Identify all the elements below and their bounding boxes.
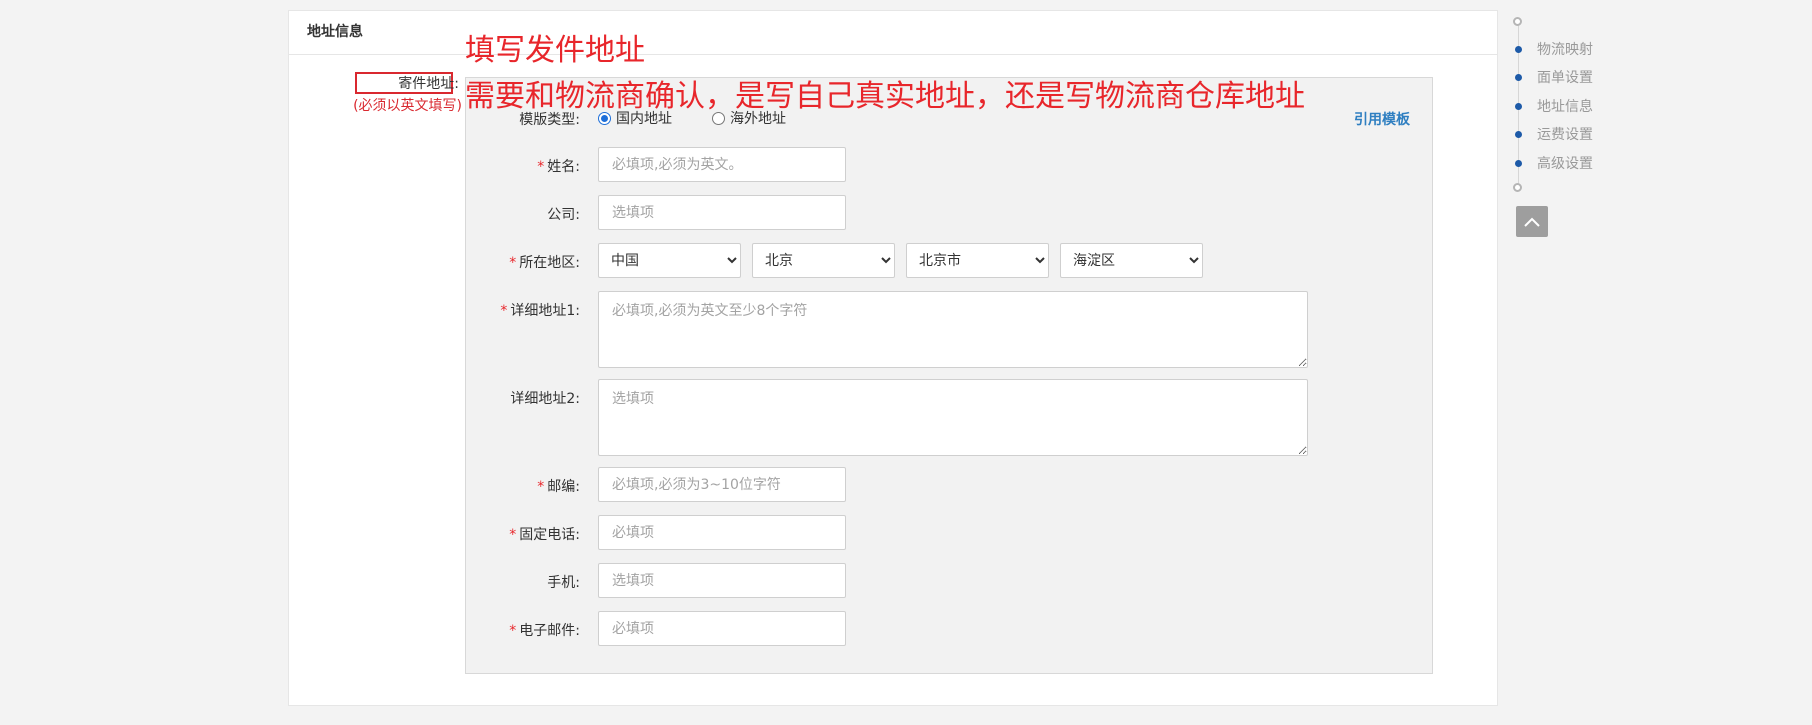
sender-address-label: 寄件地址: [398, 76, 459, 92]
back-to-top-button[interactable] [1516, 206, 1548, 237]
required-mark: * [500, 303, 508, 319]
nav-end-ring-icon [1513, 183, 1522, 192]
phone-label: * 固定电话: [509, 527, 580, 543]
address2-textarea[interactable] [598, 379, 1308, 456]
nav-item-address-info[interactable]: 地址信息 [1511, 96, 1593, 116]
postcode-input[interactable] [598, 467, 846, 502]
province-select[interactable]: 北京 [752, 243, 895, 278]
mobile-label: 手机: [547, 575, 580, 591]
nav-dot-icon [1515, 102, 1522, 110]
name-label: * 姓名: [537, 159, 580, 175]
required-mark: * [537, 479, 545, 495]
address2-label: 详细地址2: [510, 391, 580, 407]
address1-label: * 详细地址1: [500, 303, 580, 319]
nav-start-ring-icon [1513, 17, 1522, 26]
required-mark: * [509, 255, 517, 271]
annotation-fill-sender-address: 填写发件地址 [465, 33, 645, 68]
nav-item-logistics-mapping[interactable]: 物流映射 [1511, 39, 1593, 59]
country-select[interactable]: 中国 [598, 243, 741, 278]
required-mark: * [537, 159, 545, 175]
nav-dot-icon [1515, 130, 1522, 138]
email-label: * 电子邮件: [509, 623, 580, 639]
region-label: * 所在地区: [509, 255, 580, 271]
postcode-label: * 邮编: [537, 479, 580, 495]
use-template-link[interactable]: 引用模板 [1354, 109, 1410, 129]
address1-textarea[interactable] [598, 291, 1308, 368]
phone-input[interactable] [598, 515, 846, 550]
nav-item-advanced-settings[interactable]: 高级设置 [1511, 153, 1593, 173]
district-select[interactable]: 海淀区 [1060, 243, 1203, 278]
company-input[interactable] [598, 195, 846, 230]
nav-item-label-settings[interactable]: 面单设置 [1511, 67, 1593, 87]
mobile-input[interactable] [598, 563, 846, 598]
nav-item-shipping-settings[interactable]: 运费设置 [1511, 124, 1593, 144]
city-select[interactable]: 北京市 [906, 243, 1049, 278]
required-mark: * [509, 527, 517, 543]
sender-address-note: (必须以英文填写) [353, 98, 462, 114]
annotation-confirm-with-carrier: 需要和物流商确认，是写自己真实地址，还是写物流商仓库地址 [465, 79, 1305, 114]
required-mark: * [509, 623, 517, 639]
chevron-up-icon [1524, 217, 1540, 227]
nav-dot-icon [1515, 73, 1522, 81]
company-label: 公司: [547, 207, 580, 223]
nav-dot-icon [1515, 45, 1522, 53]
nav-dot-icon [1515, 159, 1522, 167]
name-input[interactable] [598, 147, 846, 182]
address-form: 模版类型: 国内地址 海外地址 引用模板 *姓名: 公司: *所在地区: 中国 … [465, 77, 1433, 674]
address-panel: 地址信息 寄件地址: (必须以英文填写) 模版类型: 国内地址 海外地址 引用模… [288, 10, 1498, 706]
email-input[interactable] [598, 611, 846, 646]
